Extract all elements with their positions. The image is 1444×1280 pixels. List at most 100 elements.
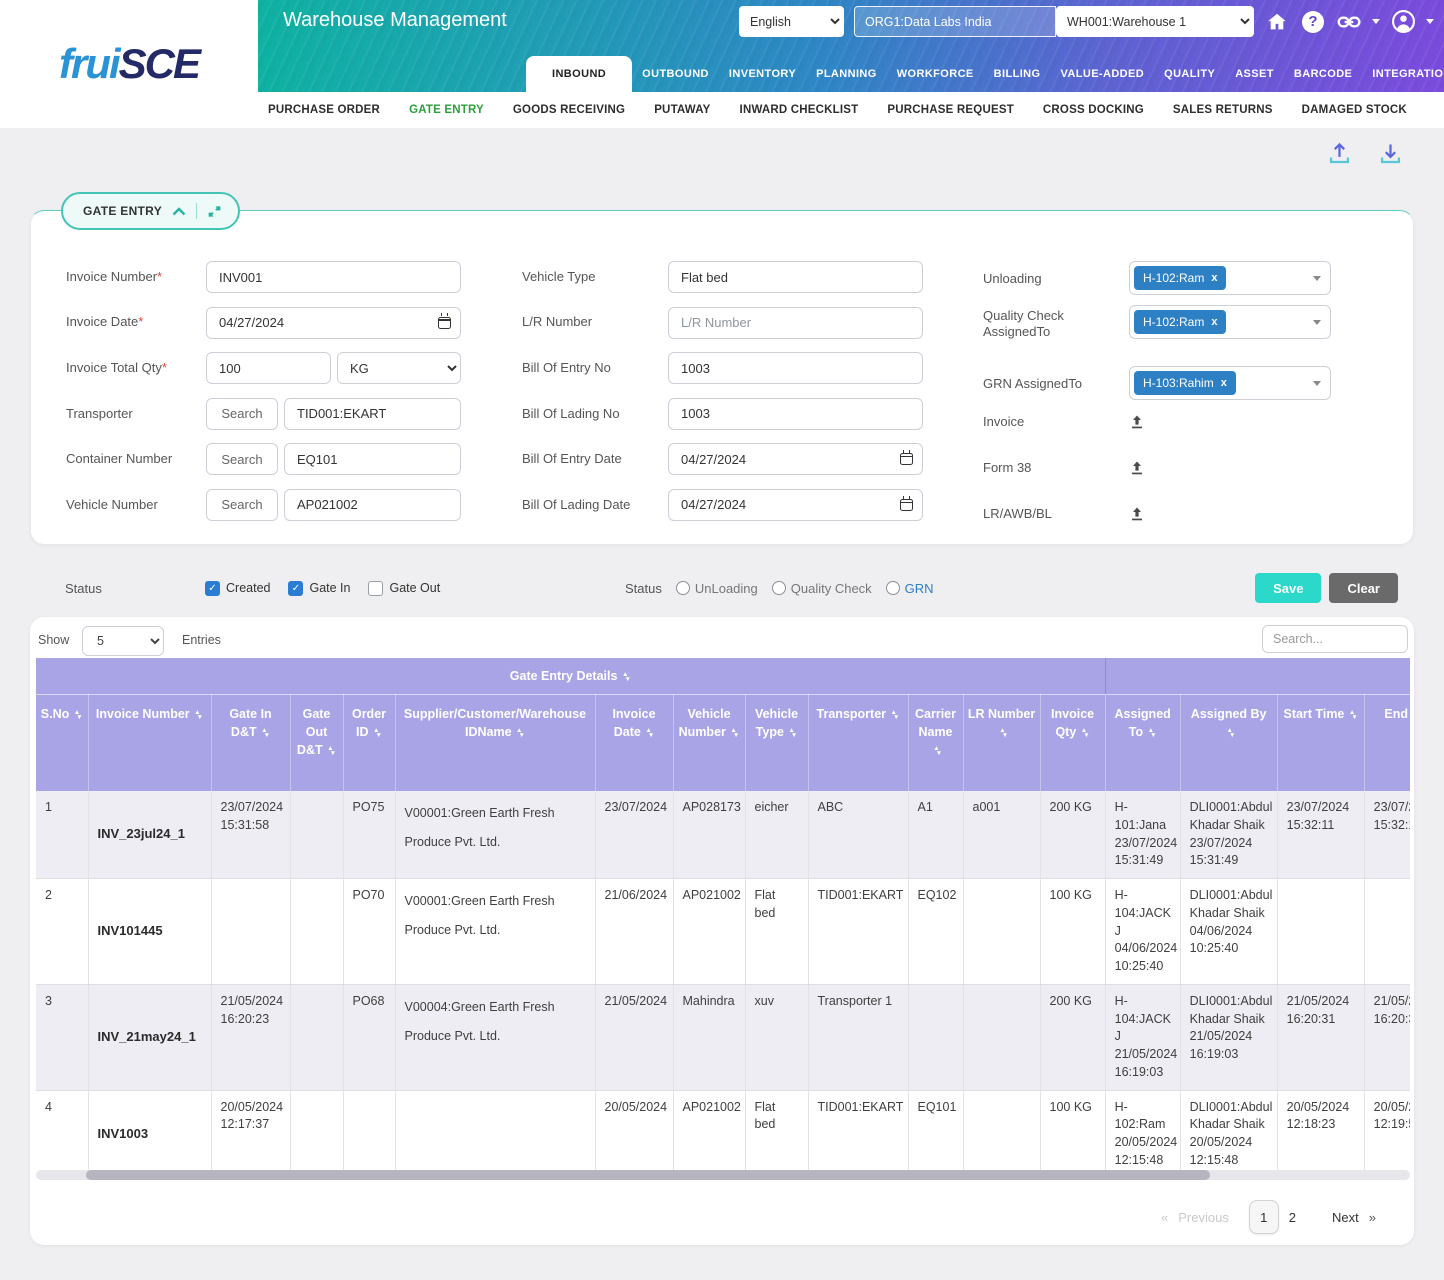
column-header-vehicle-number[interactable]: Vehicle Number ▲ ▼ xyxy=(673,694,746,791)
status-checkbox-gate-in[interactable]: ✓ Gate In xyxy=(288,580,350,596)
dropdown-caret-icon[interactable] xyxy=(1313,381,1321,386)
calendar-icon[interactable] xyxy=(900,495,913,511)
clear-button[interactable]: Clear xyxy=(1329,573,1398,603)
save-button[interactable]: Save xyxy=(1255,573,1322,603)
column-header-assigned-to[interactable]: Assigned To ▲ ▼ xyxy=(1105,694,1181,791)
checked-checkbox-icon[interactable]: ✓ xyxy=(288,580,304,596)
link-icon[interactable] xyxy=(1336,9,1362,35)
bill-of-entry-date-input[interactable] xyxy=(668,443,923,476)
next-button[interactable]: Next xyxy=(1332,1210,1359,1225)
grn-assignedto-multiselect[interactable]: H-103:Rahim x xyxy=(1129,366,1331,400)
vehicle-type-input[interactable] xyxy=(668,261,923,293)
subnav-item-gate-entry[interactable]: GATE ENTRY xyxy=(409,104,484,116)
sort-icon[interactable]: ▲ ▼ xyxy=(1147,727,1157,739)
column-header-assigned-by[interactable]: Assigned By ▲ ▼ xyxy=(1180,694,1278,791)
tab-quality[interactable]: QUALITY xyxy=(1154,56,1225,92)
status-checkbox-created[interactable]: ✓ Created xyxy=(205,580,270,596)
sort-icon[interactable]: ▲ ▼ xyxy=(933,745,942,757)
column-header-lr-number[interactable]: LR Number ▲ ▼ xyxy=(963,694,1041,791)
unchecked-checkbox-icon[interactable] xyxy=(368,580,384,596)
container-number-search-button[interactable]: Search xyxy=(206,443,278,476)
tab-barcode[interactable]: BARCODE xyxy=(1284,56,1362,92)
dropdown-caret-icon[interactable] xyxy=(1313,320,1321,325)
sort-icon[interactable]: ▲ ▼ xyxy=(1348,709,1358,721)
table-row[interactable]: 4 INV1003 20/05/2024 12:17:37 20/05/2024 AP0… xyxy=(36,1090,1410,1170)
sort-icon[interactable]: ▲ ▼ xyxy=(788,727,797,739)
transporter-input[interactable] xyxy=(284,397,461,430)
sort-icon[interactable]: ▲ ▼ xyxy=(373,727,382,739)
subnav-item-putaway[interactable]: PUTAWAY xyxy=(654,104,710,116)
subnav-item-purchase-order[interactable]: PURCHASE ORDER xyxy=(268,104,380,116)
radio-icon[interactable] xyxy=(771,581,786,595)
unloading-multiselect[interactable]: H-102:Ram x xyxy=(1129,261,1331,295)
bill-of-lading-no-input[interactable] xyxy=(668,397,923,430)
tab-inbound[interactable]: INBOUND xyxy=(526,56,633,92)
sort-icon[interactable]: ▲ ▼ xyxy=(327,745,336,757)
vehicle-number-input[interactable] xyxy=(284,488,461,521)
column-header-vehicle-type[interactable]: Vehicle Type ▲ ▼ xyxy=(745,694,809,791)
previous-button[interactable]: Previous xyxy=(1178,1210,1229,1225)
sort-icon[interactable]: ▲ ▼ xyxy=(645,727,654,739)
column-header-order-id[interactable]: Order ID ▲ ▼ xyxy=(343,694,396,791)
sort-icon[interactable]: ▲ ▼ xyxy=(999,727,1008,739)
table-row[interactable]: 3 INV_21may24_1 21/05/2024 16:20:23 PO68 V00… xyxy=(36,984,1410,1091)
table-search-input[interactable] xyxy=(1262,625,1408,653)
quality-check-assignedto-multiselect[interactable]: H-102:Ram x xyxy=(1129,305,1331,339)
table-group-header[interactable]: Gate Entry Details ▲ ▼ xyxy=(36,658,1106,695)
status-radio-grn[interactable]: GRN xyxy=(885,581,934,596)
invoice-date-input[interactable] xyxy=(206,306,461,339)
home-icon[interactable] xyxy=(1264,9,1290,35)
sort-icon[interactable]: ▲ ▼ xyxy=(516,727,525,739)
tab-workforce[interactable]: WORKFORCE xyxy=(887,56,984,92)
chip-remove-icon[interactable]: x xyxy=(1211,316,1217,328)
sort-icon[interactable]: ▲ ▼ xyxy=(73,709,83,721)
sort-icon[interactable]: ▲ ▼ xyxy=(1080,727,1090,739)
column-header-gate-out-d-t[interactable]: Gate Out D&T ▲ ▼ xyxy=(290,694,344,791)
subnav-item-damaged-stock[interactable]: DAMAGED STOCK xyxy=(1302,104,1407,116)
dropdown-caret-icon[interactable] xyxy=(1313,276,1321,281)
invoice-upload-icon[interactable] xyxy=(1129,414,1145,430)
page-size-select[interactable]: 5 xyxy=(82,626,164,656)
vehicle-number-search-button[interactable]: Search xyxy=(206,488,278,521)
status-radio-unloading[interactable]: UnLoading xyxy=(675,581,758,596)
invoice-number-input[interactable] xyxy=(206,261,461,293)
column-header-s-no[interactable]: S.No ▲ ▼ xyxy=(36,694,89,791)
download-icon[interactable] xyxy=(1377,140,1404,172)
column-header-gate-in-d-t[interactable]: Gate In D&T ▲ ▼ xyxy=(211,694,291,791)
chip-remove-icon[interactable]: x xyxy=(1221,377,1227,389)
tab-planning[interactable]: PLANNING xyxy=(806,56,887,92)
tab-integration[interactable]: INTEGRATION xyxy=(1362,56,1444,92)
container-number-input[interactable] xyxy=(284,443,461,476)
status-radio-quality-check[interactable]: Quality Check xyxy=(771,581,872,596)
tab-value-added[interactable]: VALUE-ADDED xyxy=(1050,56,1154,92)
form38-upload-icon[interactable] xyxy=(1129,460,1145,476)
organization-field[interactable]: ORG1:Data Labs India xyxy=(854,6,1056,37)
user-dropdown-caret-icon[interactable] xyxy=(1426,19,1434,24)
subnav-item-sales-returns[interactable]: SALES RETURNS xyxy=(1173,104,1273,116)
bill-of-entry-no-input[interactable] xyxy=(668,352,923,385)
table-row[interactable]: 2 INV101445 PO70 V00001:Green Earth Fresh P… xyxy=(36,878,1410,985)
chip-remove-icon[interactable]: x xyxy=(1211,272,1217,284)
language-select[interactable]: English xyxy=(739,6,844,37)
page-2[interactable]: 2 xyxy=(1289,1210,1296,1225)
sort-icon[interactable]: ▲ ▼ xyxy=(1226,727,1235,739)
calendar-icon[interactable] xyxy=(900,449,913,466)
subnav-item-purchase-request[interactable]: PURCHASE REQUEST xyxy=(887,104,1014,116)
sort-icon[interactable]: ▲ ▼ xyxy=(890,709,900,721)
radio-icon[interactable] xyxy=(885,581,900,595)
horizontal-scrollbar[interactable] xyxy=(36,1170,1410,1180)
column-header-supplier-customer-warehouse-idname[interactable]: Supplier/Customer/Warehouse IDName ▲ ▼ xyxy=(395,694,596,791)
column-header-end-time[interactable]: End Time▲▼ xyxy=(1364,694,1410,791)
sort-icon[interactable]: ▲ ▼ xyxy=(621,671,631,683)
column-header-invoice-date[interactable]: Invoice Date ▲ ▼ xyxy=(595,694,674,791)
previous-arrow[interactable]: « xyxy=(1161,1210,1168,1225)
help-icon[interactable]: ? xyxy=(1300,9,1326,35)
table-row[interactable]: 1 INV_23jul24_1 23/07/2024 15:31:58 PO75 V00… xyxy=(36,791,1410,879)
transporter-search-button[interactable]: Search xyxy=(206,397,278,430)
gate-entry-panel-tab[interactable]: GATE ENTRY xyxy=(61,192,241,230)
sort-icon[interactable]: ▲ ▼ xyxy=(261,727,270,739)
expand-panel-icon[interactable] xyxy=(207,204,222,219)
sort-icon[interactable]: ▲ ▼ xyxy=(730,727,739,739)
page-1-current[interactable]: 1 xyxy=(1248,1200,1279,1234)
radio-icon[interactable] xyxy=(675,581,690,595)
